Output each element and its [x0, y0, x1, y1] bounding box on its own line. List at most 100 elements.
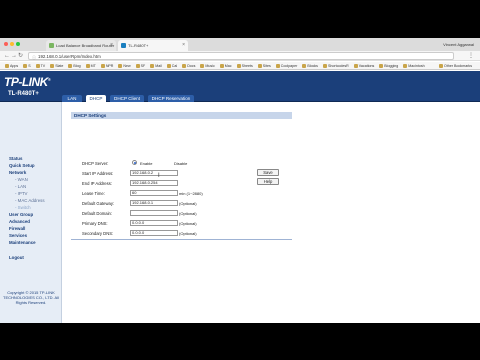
sidebar-item-wan[interactable]: - WAN — [15, 177, 28, 182]
bookmark-label: Mail — [155, 64, 162, 68]
end-ip-label: End IP Address: — [82, 181, 112, 186]
folder-icon — [257, 63, 262, 68]
url-input[interactable]: ⓘ 192.168.0.1/userRpm/Index.htm — [28, 52, 454, 60]
bookmark[interactable]: NPR — [100, 62, 114, 69]
folder-icon — [379, 63, 384, 68]
minimize-window-icon[interactable] — [10, 42, 14, 46]
start-ip-label: Start IP Address: — [82, 171, 114, 176]
bookmark-label: Blog — [73, 64, 81, 68]
sidebar-item-lan[interactable]: - LAN — [15, 184, 26, 189]
start-ip-field[interactable]: 192.168.0.2 — [130, 170, 178, 176]
bookmark-label: Apps — [10, 64, 19, 68]
bookmark[interactable]: Blog — [68, 62, 81, 69]
close-window-icon[interactable] — [4, 42, 8, 46]
bookmark[interactable]: MT — [85, 62, 96, 69]
bookmark-label: NPR — [105, 64, 114, 68]
sidebar-item-user-group[interactable]: User Group — [9, 212, 33, 217]
reload-icon[interactable]: ↻ — [18, 52, 23, 60]
forward-icon[interactable]: → — [11, 52, 17, 60]
end-ip-field[interactable]: 192.168.0.254 — [130, 180, 178, 186]
tab-dhcp-reservation[interactable]: DHCP Reservation — [148, 95, 194, 102]
bookmark[interactable]: Coolpaper — [275, 62, 297, 69]
bookmark[interactable]: Mail — [150, 62, 162, 69]
bookmark-label: Vacations — [358, 64, 375, 68]
bookmark[interactable]: Docs — [182, 62, 195, 69]
lease-time-note: min (1~2880) — [179, 191, 203, 196]
tab-dhcp[interactable]: DHCP — [86, 95, 106, 102]
bookmark-label: Music — [205, 64, 215, 68]
bookmark[interactable]: SF — [135, 62, 146, 69]
back-icon[interactable]: ← — [4, 52, 10, 60]
bookmark[interactable]: Blocks — [302, 62, 318, 69]
folder-icon — [353, 63, 358, 68]
sidebar-item-firewall[interactable]: Firewall — [9, 226, 25, 231]
close-tab-icon[interactable]: × — [110, 40, 113, 51]
menu-icon[interactable]: ⋮ — [468, 52, 474, 59]
bookmark[interactable]: Cal — [166, 62, 177, 69]
gateway-field[interactable]: 192.168.0.1 — [130, 200, 178, 206]
dhcp-enable-radio[interactable] — [132, 160, 137, 165]
bookmark[interactable]: Blogging — [379, 62, 398, 69]
bookmarks-bar: Apps S TV Slate Blog MT NPR New SF Mail … — [0, 62, 480, 70]
folder-icon — [182, 63, 187, 68]
sidebar-item-iptv[interactable]: - IPTV — [15, 191, 27, 196]
folder-icon — [5, 63, 9, 68]
sidebar-item-switch[interactable]: - Switch — [15, 205, 31, 210]
secondary-dns-field[interactable]: 0.0.0.0 — [130, 230, 178, 236]
bookmark[interactable]: New — [118, 62, 131, 69]
browser-tab-load-balance[interactable]: Load Balance Broadband Router × — [46, 40, 116, 51]
bookmark-label: S — [28, 64, 31, 68]
sidebar-item-quick-setup[interactable]: Quick Setup — [9, 163, 35, 168]
bookmark[interactable]: Slate — [50, 62, 63, 69]
folder-icon — [322, 63, 327, 68]
sidebar-item-services[interactable]: Services — [9, 233, 27, 238]
folder-icon — [275, 63, 280, 68]
sidebar-item-network[interactable]: Network — [9, 170, 26, 175]
router-header: TP-LINK® TL-R480T+ LAN DHCP DHCP Client … — [0, 71, 480, 102]
optional-note: (Optional) — [179, 211, 197, 216]
bookmark[interactable]: Macintosh — [403, 62, 425, 69]
tplink-logo: TP-LINK® — [4, 75, 51, 89]
help-button[interactable]: Help — [257, 178, 279, 185]
bookmark[interactable]: S — [23, 62, 31, 69]
domain-field[interactable] — [130, 210, 178, 216]
router-sidebar: Status Quick Setup Network - WAN - LAN -… — [0, 102, 62, 323]
folder-icon — [100, 63, 105, 68]
tab-title: Load Balance Broadband Router — [56, 43, 115, 48]
folder-icon — [68, 63, 73, 68]
bookmark-label: Blocks — [307, 64, 318, 68]
sidebar-item-status[interactable]: Status — [9, 156, 22, 161]
bookmark[interactable]: TV — [35, 62, 45, 69]
secondary-dns-label: Secondary DNS: — [82, 231, 114, 236]
folder-icon — [50, 63, 55, 68]
browser-tab-router[interactable]: TL-R480T+ × — [118, 40, 188, 51]
bookmark-label: Macintosh — [408, 64, 425, 68]
logo-text: TP-LINK — [4, 75, 48, 89]
tab-dhcp-client[interactable]: DHCP Client — [110, 95, 144, 102]
save-button[interactable]: Save — [257, 169, 279, 176]
primary-dns-field[interactable]: 0.0.0.0 — [130, 220, 178, 226]
sidebar-item-logout[interactable]: Logout — [9, 255, 24, 260]
bookmark[interactable]: Apps — [5, 62, 19, 69]
sidebar-item-mac-address[interactable]: - MAC Address — [15, 198, 45, 203]
bookmark[interactable]: Sites — [257, 62, 271, 69]
sidebar-item-maintenance[interactable]: Maintenance — [9, 240, 36, 245]
bookmark[interactable]: Vacations — [353, 62, 375, 69]
close-tab-icon[interactable]: × — [182, 40, 185, 51]
bookmark-label: SF — [140, 64, 146, 68]
bookmark[interactable]: Sheets — [236, 62, 253, 69]
bookmark[interactable]: Mac — [219, 62, 232, 69]
maximize-window-icon[interactable] — [16, 42, 20, 46]
lease-time-field[interactable]: 60 — [130, 190, 178, 196]
sidebar-item-advanced[interactable]: Advanced — [9, 219, 30, 224]
dhcp-settings-panel: DHCP Settings DHCP Server: Enable Disabl… — [62, 102, 480, 323]
profile-name[interactable]: Vincent Aggarwal — [443, 39, 474, 50]
tab-lan[interactable]: LAN — [62, 95, 82, 102]
optional-note: (Optional) — [179, 221, 197, 226]
other-bookmarks[interactable]: Other Bookmarks — [437, 62, 472, 69]
bookmark[interactable]: ShortcodesR — [322, 62, 349, 69]
tplink-favicon-icon — [121, 43, 126, 48]
model-name: TL-R480T+ — [8, 91, 39, 97]
bookmark[interactable]: Music — [200, 62, 215, 69]
copyright-text: Copyright © 2015 TP-LINK TECHNOLOGIES CO… — [3, 290, 59, 305]
